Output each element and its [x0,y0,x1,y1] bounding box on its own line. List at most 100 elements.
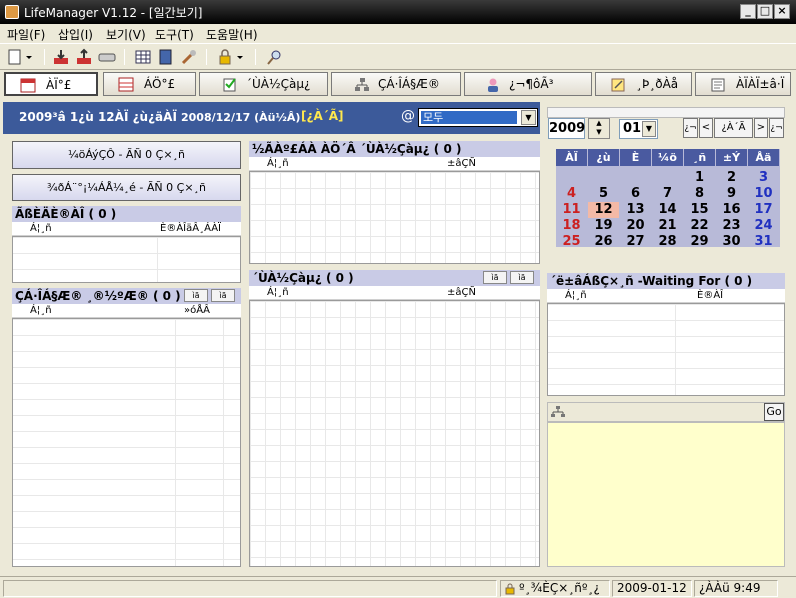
tab-daily[interactable]: ÀÏ°£ [4,72,98,96]
calendar-day[interactable]: 6 [620,186,651,202]
tab-contacts-label: ¿¬¶ôÃ³ [509,77,554,91]
calendar-day[interactable]: 8 [684,186,715,202]
prev-year-button[interactable]: ¿¬ [683,118,698,138]
minimize-button[interactable]: _ [740,4,756,19]
table-view-icon[interactable] [134,48,152,66]
chevron-down-icon[interactable]: ▼ [521,110,536,125]
scheduled-col-due[interactable]: ±âÇÑ [447,158,476,169]
year-input[interactable]: 2009 [548,118,585,139]
waiting-col-check[interactable]: È®ÀÎ [697,290,723,301]
calendar-day[interactable]: 29 [684,234,715,250]
next-month-button[interactable]: > [754,118,768,138]
calendar-day[interactable]: 7 [652,186,683,202]
calendar-day[interactable]: 10 [748,186,779,202]
calendar-day[interactable]: 9 [716,186,747,202]
next-year-button[interactable]: ¿¬ [769,118,784,138]
tab-weekly[interactable]: ÁÖ°£ [103,72,196,96]
calendar-day[interactable]: 18 [556,218,587,234]
calendar-day[interactable]: 30 [716,234,747,250]
new-dropdown-icon[interactable] [24,48,34,66]
tab-contacts[interactable]: ¿¬¶ôÃ³ [464,72,592,96]
context-filter-select[interactable]: 모두 ▼ [418,108,538,127]
go-button[interactable]: Go [764,403,784,421]
menu-insert[interactable]: 삽입(I) [58,26,93,43]
menu-help[interactable]: 도움말(H) [206,26,258,43]
calendar-day[interactable]: 5 [588,186,619,202]
calendar-day[interactable]: 16 [716,202,747,218]
scheduled-actions-list[interactable] [249,171,540,264]
next-actions-list[interactable] [249,300,540,567]
import-icon[interactable] [52,48,70,66]
followup-col-date[interactable]: È®ÀÎäÂ¸ÁÀÏ [160,223,221,234]
project-col-status[interactable]: »óÅÂ [184,305,210,316]
inbox-button[interactable]: ¼öÁýÇÔ - ÃÑ 0 Ç×¸ñ [12,141,241,169]
calendar-day[interactable]: 11 [556,202,587,218]
app-icon[interactable] [5,5,19,19]
calendar-today-button[interactable]: ¿À´Ã [714,118,753,138]
today-link[interactable]: [¿À´Ã] [301,109,344,123]
calendar-day[interactable]: 2 [716,170,747,186]
next-actions-prev-button[interactable]: ìã [483,271,507,284]
menu-file[interactable]: 파일(F) [7,26,45,43]
prev-month-button[interactable]: < [699,118,713,138]
followup-list[interactable] [12,236,241,283]
close-button[interactable]: × [774,4,790,19]
calendar-day[interactable]: 14 [652,202,683,218]
calendar-day[interactable]: 4 [556,186,587,202]
calendar-day[interactable]: 17 [748,202,779,218]
waiting-col-title[interactable]: Á¦¸ñ [565,290,587,301]
maximize-button[interactable]: □ [757,4,773,19]
calendar-day[interactable]: 15 [684,202,715,218]
export-icon[interactable] [75,48,93,66]
search-icon[interactable] [266,48,284,66]
new-document-icon[interactable] [6,48,24,66]
scheduled-col-title[interactable]: Á¦¸ñ [267,158,289,169]
month-chevron-down-icon[interactable]: ▼ [642,121,656,137]
project-list[interactable] [12,318,241,567]
next-actions-col-due[interactable]: ±âÇÑ [447,287,476,298]
book-icon[interactable] [157,48,175,66]
calendar-day[interactable]: 24 [748,218,779,234]
lock-dropdown-icon[interactable] [235,48,245,66]
menu-tools[interactable]: 도구(T) [155,26,194,43]
menu-view[interactable]: 보기(V) [106,26,146,43]
calendar-day[interactable]: 12 [588,202,619,218]
project-col-title[interactable]: Á¦¸ñ [30,305,52,316]
calendar-day[interactable]: 20 [620,218,651,234]
wrench-icon[interactable] [180,48,198,66]
calendar-day[interactable]: 27 [620,234,651,250]
calendar-day[interactable]: 21 [652,218,683,234]
month-select[interactable]: 01 ▼ [619,119,658,139]
memo-textarea[interactable] [547,422,785,567]
hierarchy-icon[interactable] [550,405,566,419]
status-date: 2009-01-12 [612,580,692,597]
calendar-day[interactable]: 1 [684,170,715,186]
calendar-weekday-header: ¸ñ [684,149,715,166]
tab-memo[interactable]: ¸Þ¸ðÀå [595,72,692,96]
calendar-day[interactable]: 23 [716,218,747,234]
tab-projects[interactable]: ÇÁ·ÎÁ§Æ® [331,72,461,96]
project-next-button[interactable]: ìã [211,289,235,302]
someday-button[interactable]: ¾ðÁ¨°¡¼ÁÅ¼¸é - ÃÑ 0 Ç×¸ñ [12,174,241,201]
calendar-day[interactable]: 19 [588,218,619,234]
year-spinner[interactable]: ▲ ▼ [588,118,610,139]
tab-weekly-label: ÁÖ°£ [144,77,176,91]
tab-next-actions[interactable]: ´ÙÀ½Çàµ¿ [199,72,328,96]
drive-icon[interactable] [98,48,116,66]
calendar-day[interactable]: 13 [620,202,651,218]
next-actions-col-title[interactable]: Á¦¸ñ [267,287,289,298]
calendar-day[interactable]: 3 [748,170,779,186]
tab-journal[interactable]: ÀÏÀÏ±â·Ï [695,72,791,96]
calendar-day[interactable]: 31 [748,234,779,250]
lock-icon[interactable] [216,48,234,66]
project-prev-button[interactable]: ìã [184,289,208,302]
followup-col-title[interactable]: Á¦¸ñ [30,223,52,234]
next-actions-next-button[interactable]: ìã [510,271,534,284]
calendar-day[interactable]: 22 [684,218,715,234]
calendar-day[interactable]: 26 [588,234,619,250]
calendar-day[interactable]: 28 [652,234,683,250]
title-bar[interactable]: LifeManager V1.12 - [일간보기] _ □ × [0,0,796,24]
project-list-header: ÇÁ·ÎÁ§Æ® ¸®½ºÆ® ( 0 ) ìã ìã [12,288,241,304]
calendar-day[interactable]: 25 [556,234,587,250]
waiting-for-list[interactable] [547,303,785,396]
